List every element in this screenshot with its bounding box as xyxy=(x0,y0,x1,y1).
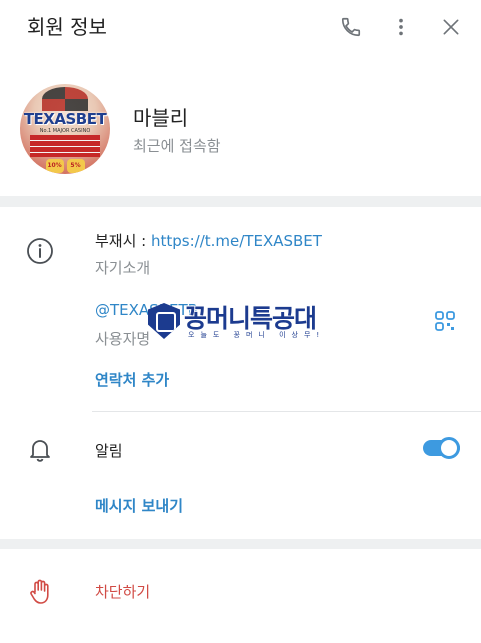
watermark-logo-icon xyxy=(148,303,180,339)
bell-icon xyxy=(25,434,55,464)
call-button[interactable] xyxy=(338,14,364,40)
avatar-brand: TEXASBET xyxy=(23,110,107,128)
watermark: 꽁머니특공대 오늘도 꽁머니 이상무! xyxy=(148,303,340,345)
info-card xyxy=(0,207,481,539)
bio-label: 자기소개 xyxy=(95,259,151,277)
avatar-chips: 10% 5% xyxy=(32,159,98,173)
divider xyxy=(92,411,481,412)
avatar-chip: 5% xyxy=(66,159,85,173)
username-label: 사용자명 xyxy=(95,330,151,348)
watermark-subtitle: 오늘도 꽁머니 이상무! xyxy=(188,331,326,339)
close-icon xyxy=(443,19,459,35)
phone-icon xyxy=(341,17,361,37)
info-icon xyxy=(25,236,55,266)
block-card xyxy=(0,549,481,643)
profile-card: 회원 정보 TEXASBET No.1 MAJOR CASINO 10% 5% … xyxy=(0,0,481,196)
avatar[interactable]: TEXASBET No.1 MAJOR CASINO 10% 5% xyxy=(20,84,110,174)
bio-prefix: 부재시 : xyxy=(95,232,151,250)
avatar-banner xyxy=(30,135,100,157)
send-message-button[interactable]: 메시지 보내기 xyxy=(95,495,183,516)
user-name: 마블리 xyxy=(133,106,189,130)
close-button[interactable] xyxy=(438,14,464,40)
add-contact-button[interactable]: 연락처 추가 xyxy=(95,369,169,390)
more-vertical-icon xyxy=(399,18,403,36)
toggle-knob xyxy=(438,437,460,459)
avatar-sub: No.1 MAJOR CASINO xyxy=(39,128,91,134)
user-status: 최근에 접속함 xyxy=(133,137,221,155)
bio-link[interactable]: https://t.me/TEXASBET xyxy=(151,232,322,250)
avatar-chip: 10% xyxy=(45,159,64,173)
more-button[interactable] xyxy=(388,14,414,40)
qr-code-icon[interactable] xyxy=(433,309,457,333)
notifications-label: 알림 xyxy=(95,442,123,460)
bio: 부재시 : https://t.me/TEXASBET xyxy=(95,230,322,251)
hand-stop-icon xyxy=(26,577,56,607)
roulette-graphic xyxy=(42,87,88,111)
notifications-toggle[interactable] xyxy=(423,437,460,459)
block-user-button[interactable]: 차단하기 xyxy=(95,581,150,602)
page-title: 회원 정보 xyxy=(27,15,107,39)
